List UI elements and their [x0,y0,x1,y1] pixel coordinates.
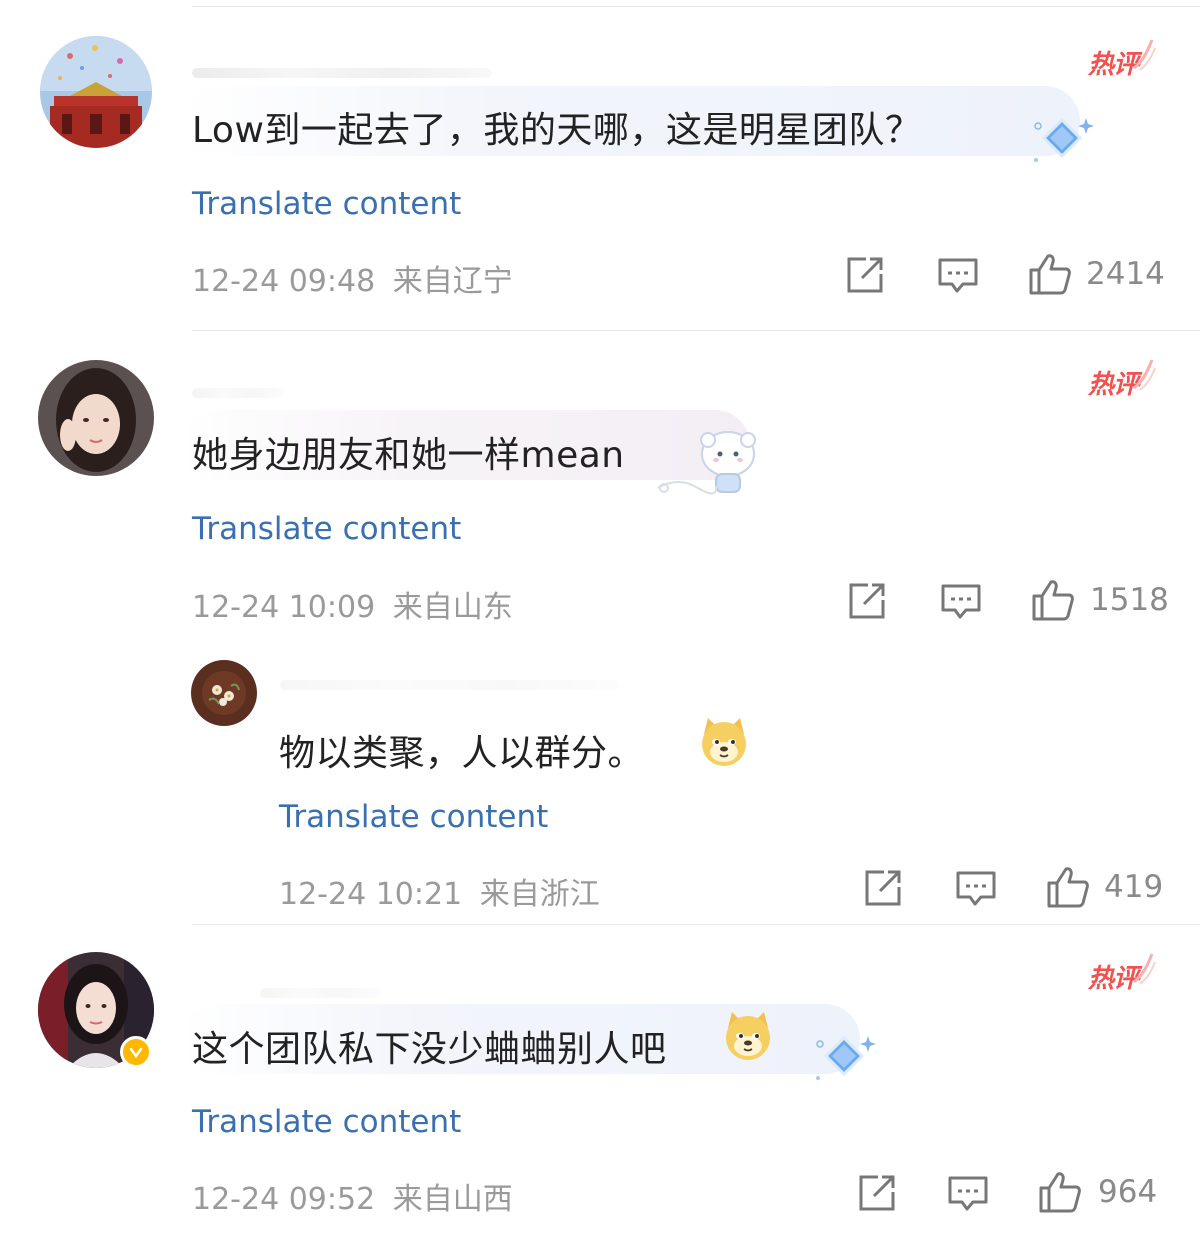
diamond-decoration-icon [1034,117,1094,162]
reply-icon[interactable] [940,580,982,622]
comment-list: 热评 Low到一起去了，我的天哪，这是明星团队？ Translate conte… [0,0,1200,1250]
like-icon[interactable] [1038,1170,1082,1214]
doge-emoji-icon [726,1012,770,1060]
comment-text[interactable]: 这个团队私下没少蛐蛐别人吧 [192,1020,667,1072]
share-icon[interactable] [844,254,886,296]
username[interactable] [280,680,620,690]
reply-icon[interactable] [955,867,997,909]
like-count: 419 [1104,869,1164,905]
username[interactable] [260,988,380,998]
divider [192,6,1200,7]
comment-time: 12-24 10:21 [279,877,463,912]
username[interactable] [192,68,492,78]
hot-comment-badge: 热评 [1086,38,1156,80]
comment-meta: 12-24 09:52 来自山西 [192,1174,513,1218]
like-icon[interactable] [1031,578,1075,622]
share-icon[interactable] [862,867,904,909]
comment-location: 来自浙江 [479,877,600,912]
hot-comment-badge: 热评 [1086,952,1156,994]
diamond-decoration-icon [816,1035,876,1080]
translate-link[interactable]: Translate content [192,511,461,547]
comment-text[interactable]: 她身边朋友和她一样mean [192,426,625,478]
translate-link[interactable]: Translate content [192,186,461,222]
comment-location: 来自山东 [392,590,513,625]
comment-time: 12-24 09:52 [192,1182,376,1217]
like-count: 2414 [1086,256,1165,292]
avatar[interactable] [191,660,257,726]
reply-icon[interactable] [947,1172,989,1214]
comment-time: 12-24 09:48 [192,264,376,299]
avatar[interactable] [40,36,152,148]
cat-decoration-icon [657,431,756,495]
translate-link[interactable]: Translate content [192,1104,461,1140]
comment-location: 来自山西 [392,1182,513,1217]
comment-time: 12-24 10:09 [192,590,376,625]
share-icon[interactable] [856,1172,898,1214]
comment-location: 来自辽宁 [392,264,513,299]
comment-text[interactable]: Low到一起去了，我的天哪，这是明星团队？ [192,101,921,153]
like-count: 1518 [1090,582,1169,618]
divider [192,924,1200,925]
like-count: 964 [1098,1174,1158,1210]
comment-meta: 12-24 10:21 来自浙江 [279,869,600,913]
like-icon[interactable] [1028,252,1072,296]
reply-icon[interactable] [937,254,979,296]
comment-text[interactable]: 物以类聚，人以群分。 [279,724,644,776]
divider [192,330,1200,331]
like-icon[interactable] [1046,865,1090,909]
comment-meta: 12-24 09:48 来自辽宁 [192,256,513,300]
translate-link[interactable]: Translate content [279,799,548,835]
comment-meta: 12-24 10:09 来自山东 [192,582,513,626]
username[interactable] [192,388,282,398]
doge-emoji-icon [702,718,746,766]
verified-icon [120,1036,152,1068]
share-icon[interactable] [846,580,888,622]
hot-comment-badge: 热评 [1086,358,1156,400]
avatar[interactable] [38,360,154,476]
